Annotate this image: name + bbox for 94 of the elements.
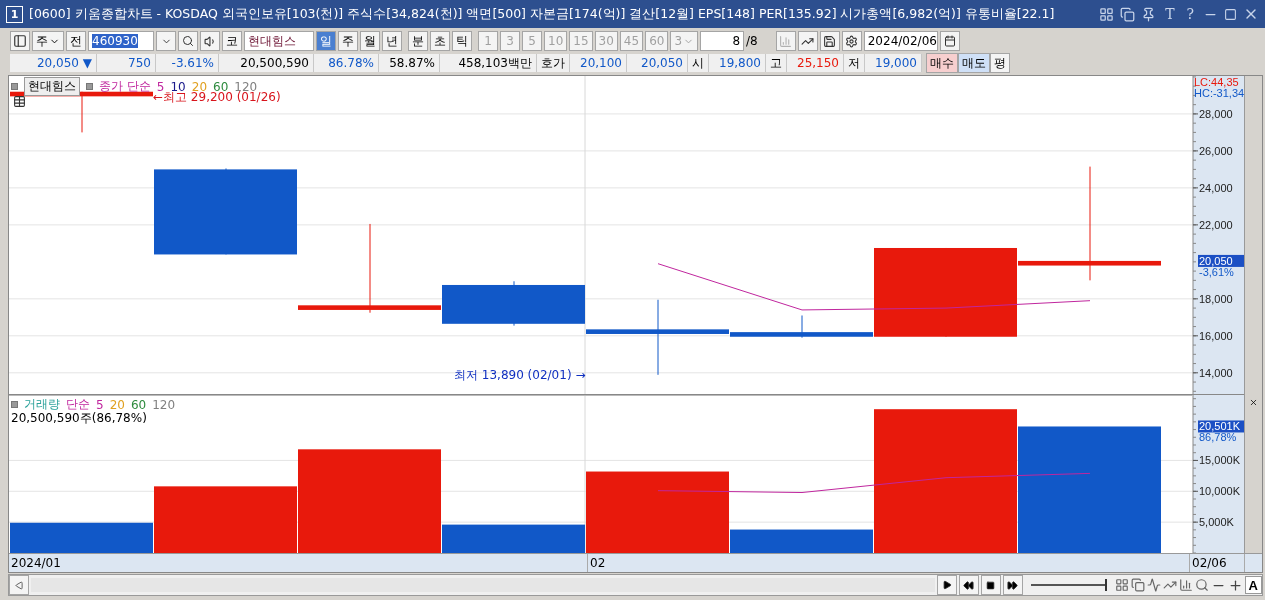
save-icon[interactable] [819, 31, 840, 51]
current-rate: 86,78% [1199, 431, 1237, 444]
period-tab[interactable]: 월 [360, 31, 380, 51]
axis-label: 15,000K [1199, 454, 1240, 467]
volume-summary: 20,500,590주(86,78%) [11, 410, 147, 427]
search-icon[interactable] [1194, 578, 1209, 592]
volume: 20,500,590 [219, 54, 314, 72]
bid-price: 20,050 [627, 54, 688, 72]
unit-tab[interactable]: 초 [430, 31, 450, 51]
ma-period: 20 [109, 397, 125, 412]
name-field[interactable]: 현대힘스 [244, 31, 314, 51]
volume-rate: 86.78% [314, 54, 379, 72]
bar-chart-icon[interactable] [1178, 578, 1193, 592]
market-prefix[interactable]: 코 [222, 31, 242, 51]
change: 750 [97, 54, 156, 72]
prev-button[interactable]: 전 [66, 31, 86, 51]
ma-period: 5 [96, 397, 104, 412]
code-field[interactable]: 460930 [88, 31, 154, 51]
fast-forward-icon[interactable] [1002, 575, 1023, 595]
play-icon[interactable] [936, 575, 957, 595]
low-price: 19,000 [865, 54, 922, 72]
low-label: 저 [844, 54, 865, 72]
settings-icon[interactable] [841, 31, 862, 51]
current-value: 20,501K [1198, 420, 1244, 433]
windows-icon[interactable] [1120, 6, 1136, 22]
close-icon[interactable] [1249, 398, 1258, 407]
axis-label: 28,000 [1199, 107, 1233, 120]
axis-label: 14,000 [1199, 366, 1233, 379]
axis-label: 18,000 [1199, 292, 1233, 305]
calendar-icon[interactable] [939, 31, 960, 51]
lc-value: LC:44,35 [1194, 76, 1239, 88]
hc-value: HC:-31,34 [1194, 87, 1244, 99]
legend-marker [11, 83, 18, 90]
page-field[interactable]: 8 [700, 31, 745, 51]
speaker-icon[interactable] [200, 31, 220, 51]
high-label: 고 [766, 54, 787, 72]
date-label: 2024/01 [9, 554, 588, 572]
axis-label: 16,000 [1199, 329, 1233, 342]
open-label: 시 [688, 54, 709, 72]
title-button[interactable]: T [1162, 6, 1178, 22]
table-icon[interactable] [13, 95, 26, 108]
legend-marker [11, 401, 18, 408]
window-number: 1 [6, 5, 23, 23]
legend-marker [86, 83, 93, 90]
ma-period: 120 [152, 397, 176, 412]
font-button[interactable]: A [1244, 576, 1262, 594]
period-tab[interactable]: 주 [338, 31, 358, 51]
scroll-left-icon[interactable] [9, 575, 29, 595]
date-label: 02 [588, 554, 1190, 572]
amount: 458,103백만 [440, 54, 537, 72]
ask-label: 호가 [537, 54, 570, 72]
axis-label: 22,000 [1199, 218, 1233, 231]
axis-label: 24,000 [1199, 181, 1233, 194]
axis-label: 10,000K [1199, 485, 1240, 498]
date-field[interactable]: 2024/02/06 [863, 31, 938, 51]
average-button[interactable]: 평 [990, 53, 1010, 73]
volume-label: 거래량 [24, 396, 60, 412]
ma-period: 60 [130, 397, 147, 412]
window-title: [0600] 키움종합차트 - KOSDAQ 외국인보유[103(천)] 주식수[34,824(천)] 액면[500] 자본금[174(억)] 결산[12월] EPS[148] PER[135.92] 시가총액[6,982(억)] 유통비율[22.1] [29, 5, 1056, 23]
buy-button[interactable]: 매수 [926, 53, 958, 73]
high-price: 25,150 [787, 54, 844, 72]
change-rate: -3.61% [156, 54, 219, 72]
axis-label: 5,000K [1199, 516, 1234, 529]
title-button[interactable]: ? [1183, 6, 1197, 22]
panel-icon[interactable] [10, 31, 30, 51]
open-price: 19,800 [709, 54, 766, 72]
rewind-icon[interactable] [958, 575, 979, 595]
plus-icon[interactable] [1227, 577, 1243, 593]
date-label: 02/06 [1190, 554, 1245, 572]
unit-tab[interactable]: 분 [408, 31, 428, 51]
axis-label: 26,000 [1199, 144, 1233, 157]
search-icon[interactable] [178, 31, 198, 51]
page-total: /8 [746, 34, 758, 48]
pin-icon[interactable] [1141, 6, 1157, 22]
trend-icon[interactable] [797, 31, 818, 51]
period-tab[interactable]: 년 [382, 31, 402, 51]
turnover: 58.87% [379, 54, 440, 72]
low-note: 최저 13,890 (02/01) → [454, 367, 586, 384]
indicator-label: 단순 [66, 396, 90, 412]
slider-thumb[interactable] [1104, 579, 1107, 591]
unit-tab[interactable]: 틱 [452, 31, 472, 51]
price: 20,050 ▼ [10, 54, 97, 72]
market-select[interactable]: 주 [32, 31, 64, 51]
line-chart-icon[interactable] [1146, 578, 1161, 592]
maximize-icon[interactable] [1224, 7, 1237, 21]
layout-icon[interactable] [1114, 578, 1129, 592]
sell-button[interactable]: 매도 [958, 53, 990, 73]
indicator-label: 종가 단순 [99, 78, 151, 95]
layout-icon[interactable] [1099, 6, 1115, 22]
period-tab[interactable]: 일 [316, 31, 336, 51]
stop-icon[interactable] [980, 575, 1001, 595]
windows-icon[interactable] [1130, 578, 1145, 592]
ask-price: 20,100 [570, 54, 627, 72]
stock-button[interactable]: 현대힘스 [24, 77, 80, 96]
